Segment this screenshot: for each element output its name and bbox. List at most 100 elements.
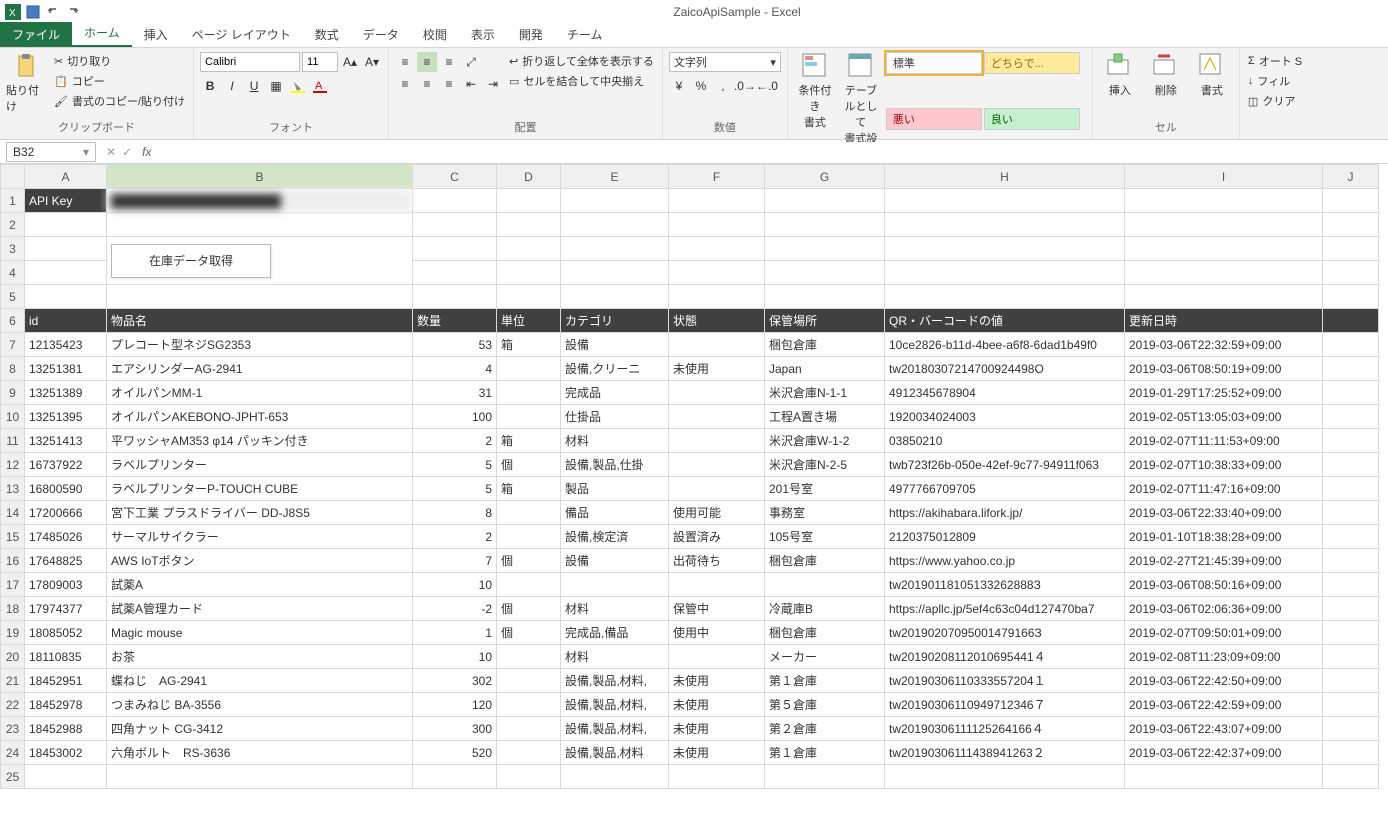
cell-updated[interactable]: 2019-03-06T22:42:50+09:00	[1125, 669, 1323, 693]
cell-code[interactable]: tw20180307214700924498O	[885, 357, 1125, 381]
cell-state[interactable]: 出荷待ち	[669, 549, 765, 573]
hdr-code[interactable]: QR・バーコードの値	[885, 309, 1125, 333]
cell-code[interactable]: tw20190306111125264166４	[885, 717, 1125, 741]
cell-state[interactable]: 未使用	[669, 669, 765, 693]
row-header[interactable]: 9	[1, 381, 25, 405]
col-B[interactable]: B	[107, 165, 413, 189]
cell-code[interactable]: tw20190306110949712346７	[885, 693, 1125, 717]
row-header[interactable]: 3	[1, 237, 25, 261]
increase-font-icon[interactable]: A▴	[340, 52, 360, 72]
tab-insert[interactable]: 挿入	[132, 22, 180, 47]
cell-id[interactable]: 18452978	[25, 693, 107, 717]
cell-name[interactable]: AWS IoTボタン	[107, 549, 413, 573]
number-format-select[interactable]: 文字列▾	[669, 52, 781, 72]
row-header[interactable]: 6	[1, 309, 25, 333]
cell-name[interactable]: ラベルプリンター	[107, 453, 413, 477]
cell-location[interactable]: メーカー	[765, 645, 885, 669]
cell-code[interactable]: https://apllc.jp/5ef4c63c04d127470ba7	[885, 597, 1125, 621]
cell-qty[interactable]: 302	[413, 669, 497, 693]
cell-code[interactable]: 1920034024003	[885, 405, 1125, 429]
row-header[interactable]: 1	[1, 189, 25, 213]
cell-style-neutral[interactable]: どちらで...	[984, 52, 1080, 74]
cell-qty[interactable]: 5	[413, 453, 497, 477]
col-G[interactable]: G	[765, 165, 885, 189]
cell-location[interactable]: 事務室	[765, 501, 885, 525]
underline-button[interactable]: U	[244, 76, 264, 96]
row-header[interactable]: 13	[1, 477, 25, 501]
tab-data[interactable]: データ	[351, 22, 411, 47]
row-header[interactable]: 14	[1, 501, 25, 525]
cell-id[interactable]: 17809003	[25, 573, 107, 597]
cell-updated[interactable]: 2019-03-06T22:33:40+09:00	[1125, 501, 1323, 525]
cell-name[interactable]: 四角ナット CG-3412	[107, 717, 413, 741]
cell-state[interactable]: 未使用	[669, 357, 765, 381]
col-C[interactable]: C	[413, 165, 497, 189]
row-header[interactable]: 24	[1, 741, 25, 765]
tab-home[interactable]: ホーム	[72, 20, 132, 47]
cell-state[interactable]	[669, 573, 765, 597]
hdr-name[interactable]: 物品名	[107, 309, 413, 333]
col-I[interactable]: I	[1125, 165, 1323, 189]
cell-id[interactable]: 12135423	[25, 333, 107, 357]
cell-category[interactable]: 材料	[561, 429, 669, 453]
cell-updated[interactable]: 2019-01-29T17:25:52+09:00	[1125, 381, 1323, 405]
cell-state[interactable]: 使用可能	[669, 501, 765, 525]
copy-button[interactable]: 📋コピー	[52, 72, 187, 90]
wrap-text-button[interactable]: ↩折り返して全体を表示する	[507, 52, 656, 70]
font-size-select[interactable]	[302, 52, 338, 72]
cell-name[interactable]: 試薬A管理カード	[107, 597, 413, 621]
row-header[interactable]: 25	[1, 765, 25, 789]
align-middle-icon[interactable]: ≡	[417, 52, 437, 72]
hdr-state[interactable]: 状態	[669, 309, 765, 333]
cell-code[interactable]: https://www.yahoo.co.jp	[885, 549, 1125, 573]
orientation-icon[interactable]: ⤢	[461, 52, 481, 72]
tab-formulas[interactable]: 数式	[303, 22, 351, 47]
cell-category[interactable]: 材料	[561, 645, 669, 669]
cell-code[interactable]: https://akihabara.lifork.jp/	[885, 501, 1125, 525]
cell-qty[interactable]: 8	[413, 501, 497, 525]
increase-decimal-icon[interactable]: .0→	[735, 76, 755, 96]
cell-name[interactable]: エアシリンダーAG-2941	[107, 357, 413, 381]
cell-category[interactable]: 設備,製品,材料,	[561, 717, 669, 741]
cell-updated[interactable]: 2019-03-06T22:42:37+09:00	[1125, 741, 1323, 765]
fx-icon[interactable]: fx	[142, 145, 159, 159]
cell-category[interactable]: 設備,製品,仕掛	[561, 453, 669, 477]
cell-style-bad[interactable]: 悪い	[886, 108, 982, 130]
cell-id[interactable]: 18452951	[25, 669, 107, 693]
row-header[interactable]: 18	[1, 597, 25, 621]
cell-updated[interactable]: 2019-02-07T10:38:33+09:00	[1125, 453, 1323, 477]
col-F[interactable]: F	[669, 165, 765, 189]
cell-qty[interactable]: 7	[413, 549, 497, 573]
cell-name[interactable]: ラベルプリンターP-TOUCH CUBE	[107, 477, 413, 501]
paste-button[interactable]: 貼り付け	[6, 52, 48, 114]
row-header[interactable]: 19	[1, 621, 25, 645]
percent-icon[interactable]: %	[691, 76, 711, 96]
row-header[interactable]: 2	[1, 213, 25, 237]
cell-unit[interactable]	[497, 381, 561, 405]
redo-icon[interactable]	[64, 3, 82, 21]
cell-location[interactable]: 105号室	[765, 525, 885, 549]
cell-state[interactable]	[669, 645, 765, 669]
cell-code[interactable]: twb723f26b-050e-42ef-9c77-94911f063	[885, 453, 1125, 477]
select-all-corner[interactable]	[1, 165, 25, 189]
row-header[interactable]: 11	[1, 429, 25, 453]
cell-qty[interactable]: 1	[413, 621, 497, 645]
cell-state[interactable]: 未使用	[669, 693, 765, 717]
cell-unit[interactable]	[497, 717, 561, 741]
cell-id[interactable]: 13251395	[25, 405, 107, 429]
cell-unit[interactable]	[497, 357, 561, 381]
cell-qty[interactable]: 2	[413, 525, 497, 549]
cell-id[interactable]: 16800590	[25, 477, 107, 501]
cell-location[interactable]: 第１倉庫	[765, 741, 885, 765]
cell-state[interactable]	[669, 381, 765, 405]
cell-unit[interactable]: 箱	[497, 333, 561, 357]
cell-id[interactable]: 13251389	[25, 381, 107, 405]
cell-id[interactable]: 17974377	[25, 597, 107, 621]
cell-updated[interactable]: 2019-02-07T11:11:53+09:00	[1125, 429, 1323, 453]
indent-decrease-icon[interactable]: ⇤	[461, 74, 481, 94]
cell-qty[interactable]: 10	[413, 573, 497, 597]
cell-id[interactable]: 17485026	[25, 525, 107, 549]
name-box[interactable]: B32▾	[6, 142, 96, 162]
cell-qty[interactable]: 4	[413, 357, 497, 381]
cell-qty[interactable]: 53	[413, 333, 497, 357]
